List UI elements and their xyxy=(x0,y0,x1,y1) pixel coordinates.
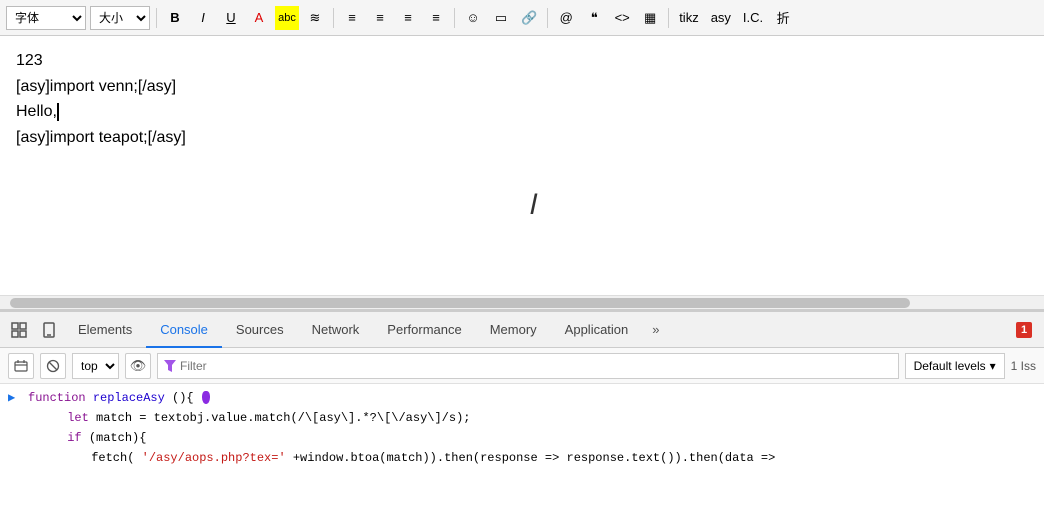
editor-toolbar: 字体 大小 B I U A abc ≋ ≡ ≡ ≡ ≡ ☺ ▭ 🔗 @ ❝ <>… xyxy=(0,0,1044,36)
console-cursor-marker xyxy=(202,391,210,404)
expand-arrow[interactable]: ▶ xyxy=(8,389,22,407)
issues-count: 1 Iss xyxy=(1011,359,1036,373)
device-icon xyxy=(42,322,56,338)
tikz-button[interactable]: tikz xyxy=(675,6,703,30)
bold-button[interactable]: B xyxy=(163,6,187,30)
inspect-element-button[interactable] xyxy=(4,315,34,345)
table-button[interactable]: ▦ xyxy=(638,6,662,30)
fold-button[interactable]: 折 xyxy=(771,6,795,30)
inspect-icon xyxy=(11,322,27,338)
context-select[interactable]: top xyxy=(72,353,119,379)
size-select[interactable]: 大小 xyxy=(90,6,150,30)
device-toolbar-button[interactable] xyxy=(34,315,64,345)
tab-sources[interactable]: Sources xyxy=(222,312,298,348)
editor-line-2: [asy]import venn;[/asy] xyxy=(16,74,1028,100)
tab-application[interactable]: Application xyxy=(551,312,643,348)
line-gutter-3 xyxy=(8,429,22,447)
line-gutter-4 xyxy=(8,449,22,467)
sep-2 xyxy=(333,8,334,28)
error-icon: 1 xyxy=(1016,322,1032,338)
eye-button[interactable]: 👁 xyxy=(125,353,151,379)
sep-1 xyxy=(156,8,157,28)
console-line-2: let match = textobj.value.match(/\[asy\]… xyxy=(8,408,1036,428)
default-levels-button[interactable]: Default levels ▾ xyxy=(905,353,1005,379)
align-center-button[interactable]: ≡ xyxy=(368,6,392,30)
underline-button[interactable]: U xyxy=(219,6,243,30)
error-badge: 1 xyxy=(1008,322,1040,338)
align-left-button[interactable]: ≡ xyxy=(340,6,364,30)
line-gutter xyxy=(8,409,22,427)
code-button[interactable]: <> xyxy=(610,6,634,30)
text-cursor xyxy=(57,103,59,121)
image-button[interactable]: ▭ xyxy=(489,6,513,30)
filter-input[interactable] xyxy=(180,359,892,373)
tab-more-button[interactable]: » xyxy=(642,312,669,348)
tab-network[interactable]: Network xyxy=(298,312,374,348)
block-icon xyxy=(46,359,60,373)
editor-line-3: Hello, xyxy=(16,99,1028,125)
editor-line-4: [asy]import teapot;[/asy] xyxy=(16,125,1028,151)
font-select[interactable]: 字体 xyxy=(6,6,86,30)
filter-icon xyxy=(164,360,176,372)
console-line-4: fetch( '/asy/aops.php?tex=' +window.btoa… xyxy=(8,448,1036,468)
editor-area[interactable]: 123 [asy]import venn;[/asy] Hello, [asy]… xyxy=(0,36,1044,296)
editor-line-1: 123 xyxy=(16,48,1028,74)
clear-console-button[interactable] xyxy=(8,353,34,379)
sep-5 xyxy=(668,8,669,28)
clear-icon xyxy=(14,359,28,373)
ic-button[interactable]: I.C. xyxy=(739,6,767,30)
console-line-3: if (match){ xyxy=(8,428,1036,448)
align-justify-button[interactable]: ≡ xyxy=(424,6,448,30)
at-button[interactable]: @ xyxy=(554,6,578,30)
devtools-tab-bar: Elements Console Sources Network Perform… xyxy=(0,312,1044,348)
tab-performance[interactable]: Performance xyxy=(373,312,475,348)
ibeam-cursor: 𝐼 xyxy=(530,191,538,219)
sep-3 xyxy=(454,8,455,28)
asy-button[interactable]: asy xyxy=(707,6,735,30)
scrollbar-thumb[interactable] xyxy=(10,298,910,308)
console-toolbar: top 👁 Default levels ▾ 1 Iss xyxy=(0,348,1044,384)
link-button[interactable]: 🔗 xyxy=(517,6,541,30)
console-line-1: ▶ function replaceAsy (){ xyxy=(8,388,1036,408)
devtools-panel: Elements Console Sources Network Perform… xyxy=(0,310,1044,506)
tab-elements[interactable]: Elements xyxy=(64,312,146,348)
tab-memory[interactable]: Memory xyxy=(476,312,551,348)
sep-4 xyxy=(547,8,548,28)
color-button[interactable]: A xyxy=(247,6,271,30)
eraser-button[interactable]: ≋ xyxy=(303,6,327,30)
emoji-button[interactable]: ☺ xyxy=(461,6,485,30)
highlight-button[interactable]: abc xyxy=(275,6,299,30)
tab-console[interactable]: Console xyxy=(146,312,222,348)
console-output[interactable]: ▶ function replaceAsy (){ let match = te… xyxy=(0,384,1044,506)
quote-button[interactable]: ❝ xyxy=(582,6,606,30)
block-button[interactable] xyxy=(40,353,66,379)
horizontal-scrollbar[interactable] xyxy=(0,296,1044,310)
filter-input-wrap xyxy=(157,353,899,379)
italic-button[interactable]: I xyxy=(191,6,215,30)
align-right-button[interactable]: ≡ xyxy=(396,6,420,30)
